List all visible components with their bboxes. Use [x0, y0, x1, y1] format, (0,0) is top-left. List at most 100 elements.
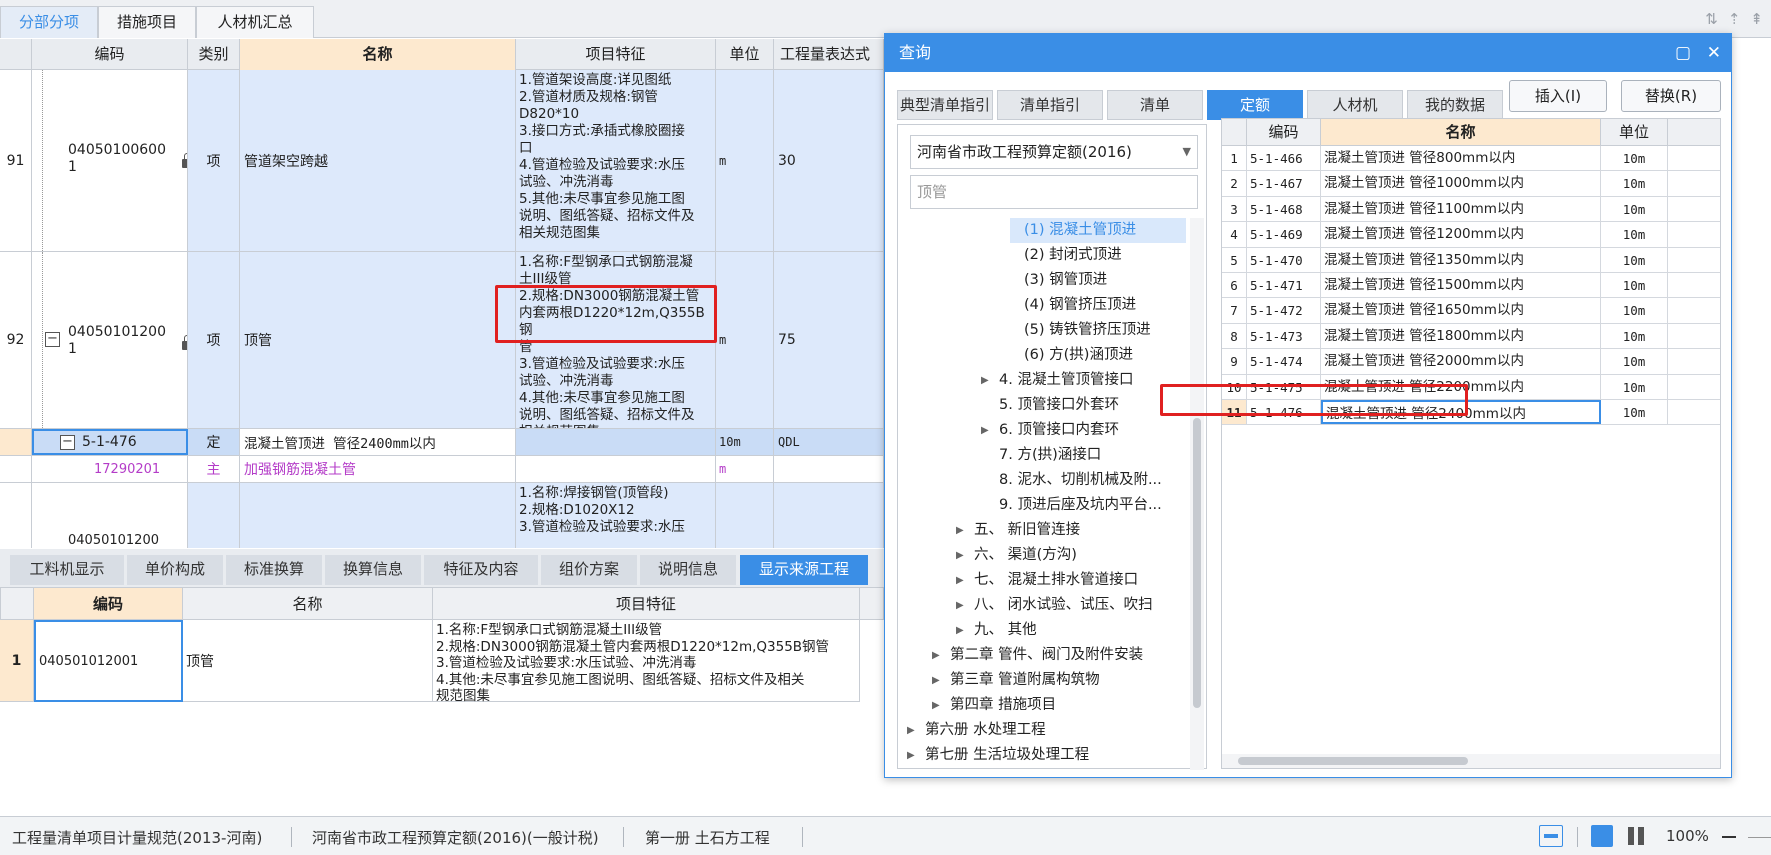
chevron-right-icon[interactable]: ▶: [956, 518, 964, 543]
tree-item[interactable]: ▶ 6. 顶管接口内套环: [981, 418, 1119, 443]
item-features[interactable]: 1.管道架设高度:详见图纸 2.管道材质及规格:钢管 D820*10 3.接口方…: [516, 70, 716, 251]
search-input[interactable]: 顶管: [910, 175, 1198, 209]
tree-item[interactable]: ▶ 第四章 措施项目: [932, 693, 1056, 718]
quota-row[interactable]: 4 5-1-469 混凝土管顶进 管径1200mm以内 10m: [1222, 222, 1720, 248]
table-row[interactable]: 04050101200 1.名称:焊接钢管(顶管段) 2.规格:D1020X12…: [0, 483, 883, 548]
quota-unit[interactable]: 10m: [1601, 400, 1668, 425]
quota-code[interactable]: 5-1-472: [1247, 298, 1321, 323]
chevron-right-icon[interactable]: ▶: [956, 543, 964, 568]
col-type[interactable]: 类别: [188, 39, 240, 70]
col-code[interactable]: 编码: [34, 587, 183, 620]
results-scrollbar[interactable]: [1222, 754, 1720, 768]
tree-item[interactable]: ▶ 第二章 管件、阀门及附件安装: [932, 643, 1143, 668]
quota-unit[interactable]: 10m: [1601, 349, 1668, 374]
collapse-icon[interactable]: −: [60, 435, 75, 450]
material-code[interactable]: 17290201: [32, 456, 188, 482]
tree-item[interactable]: (6) 方(拱)涵顶进: [1024, 343, 1133, 368]
item-features[interactable]: [516, 456, 716, 482]
quota-name[interactable]: 混凝土管顶进 管径1350mm以内: [1321, 247, 1601, 272]
chevron-right-icon[interactable]: ▶: [907, 743, 915, 768]
quota-unit[interactable]: 10m: [1601, 222, 1668, 247]
chevron-right-icon[interactable]: ▶: [956, 618, 964, 643]
item-code[interactable]: 04050101200 1: [68, 324, 166, 358]
quota-row[interactable]: 6 5-1-471 混凝土管顶进 管径1500mm以内 10m: [1222, 273, 1720, 299]
quota-name[interactable]: 混凝土管顶进 管径1200mm以内: [1321, 222, 1601, 247]
tree-item[interactable]: ▶ 七、 混凝土排水管道接口: [956, 568, 1138, 593]
source-name[interactable]: 顶管: [183, 620, 433, 702]
quota-code[interactable]: 5-1-471: [1247, 273, 1321, 298]
chevron-right-icon[interactable]: ▶: [932, 693, 940, 718]
quota-unit[interactable]: 10m: [1601, 247, 1668, 272]
chevron-right-icon[interactable]: ▶: [907, 718, 915, 743]
tree-item[interactable]: ▶ 八、 闭水试验、试压、吹扫: [956, 593, 1153, 618]
tab-measures[interactable]: 措施项目: [98, 6, 196, 38]
chevron-right-icon[interactable]: ▶: [981, 418, 989, 443]
tab-quota[interactable]: 定额: [1207, 90, 1303, 120]
quota-name[interactable]: 混凝土管顶进 管径2000mm以内: [1321, 349, 1601, 374]
tab-bill[interactable]: 清单: [1107, 90, 1203, 120]
tab-pricing-plan[interactable]: 组价方案: [541, 555, 637, 585]
tree-item[interactable]: (1) 混凝土管顶进: [1010, 218, 1186, 243]
col-qty-expression[interactable]: 工程量表达式: [774, 39, 883, 70]
quota-row[interactable]: 1 5-1-466 混凝土管顶进 管径800mm以内 10m: [1222, 146, 1720, 172]
tree-item[interactable]: ▶ 4. 混凝土管顶管接口: [981, 368, 1133, 393]
status-standard[interactable]: 工程量清单项目计量规范(2013-河南): [12, 827, 262, 848]
item-unit[interactable]: m: [716, 456, 774, 482]
col-name[interactable]: 名称: [183, 587, 433, 620]
quota-unit[interactable]: 10m: [1601, 323, 1668, 349]
tree-item[interactable]: ▶ 第六册 水处理工程: [907, 718, 1046, 743]
table-row-selected[interactable]: − 5-1-476 定 混凝土管顶进 管径2400mm以内 10m QDL: [0, 429, 883, 456]
zoom-slider[interactable]: [1748, 837, 1771, 838]
quota-code[interactable]: 5-1-468: [1247, 196, 1321, 222]
item-unit[interactable]: [716, 483, 774, 548]
close-icon[interactable]: ✕: [1707, 34, 1721, 72]
tree-item[interactable]: 7. 方(拱)涵接口: [999, 443, 1101, 468]
chevron-right-icon[interactable]: ▶: [956, 593, 964, 618]
quota-unit[interactable]: 10m: [1601, 196, 1668, 222]
quota-library-select[interactable]: 河南省市政工程预算定额(2016) ▼: [910, 135, 1198, 169]
quota-code[interactable]: 5-1-476: [82, 434, 137, 450]
item-qty[interactable]: QDL: [774, 429, 883, 455]
col-unit[interactable]: 单位: [716, 39, 774, 70]
col-code[interactable]: 编码: [1247, 119, 1321, 146]
tree-item[interactable]: (5) 铸铁管挤压顶进: [1024, 318, 1151, 343]
tab-bill-guide[interactable]: 清单指引: [997, 90, 1103, 120]
quota-unit[interactable]: 10m: [1601, 374, 1668, 399]
tab-resources[interactable]: 人材机: [1307, 90, 1403, 120]
scrollbar-thumb[interactable]: [1238, 757, 1468, 765]
source-code[interactable]: 040501012001: [34, 620, 183, 702]
chevron-right-icon[interactable]: ▶: [932, 643, 940, 668]
tree-item[interactable]: 8. 泥水、切削机械及附...: [999, 468, 1162, 493]
chevron-right-icon[interactable]: ▶: [932, 668, 940, 693]
zoom-out-icon[interactable]: [1722, 836, 1736, 838]
replace-button[interactable]: 替换(R): [1621, 80, 1721, 112]
layout-horizontal-icon[interactable]: [1539, 825, 1563, 847]
tree-item[interactable]: ▶ 第七册 生活垃圾处理工程: [907, 743, 1089, 768]
quota-name[interactable]: 混凝土管顶进 管径1000mm以内: [1321, 171, 1601, 196]
quota-name[interactable]: 混凝土管顶进 管径1650mm以内: [1321, 298, 1601, 323]
tab-typical-guide[interactable]: 典型清单指引: [897, 90, 993, 120]
tab-labor-material[interactable]: 工料机显示: [10, 555, 124, 585]
chevron-right-icon[interactable]: ▶: [956, 568, 964, 593]
tree-item[interactable]: ▶ 第三章 管道附属构筑物: [932, 668, 1100, 693]
scrollbar-thumb[interactable]: [1193, 418, 1201, 708]
chevron-right-icon[interactable]: ▶: [981, 368, 989, 393]
tab-standard-conversion[interactable]: 标准换算: [226, 555, 322, 585]
quota-row[interactable]: 8 5-1-473 混凝土管顶进 管径1800mm以内 10m: [1222, 323, 1720, 350]
tree-item[interactable]: 5. 顶管接口外套环: [999, 393, 1119, 418]
quota-row[interactable]: 5 5-1-470 混凝土管顶进 管径1350mm以内 10m: [1222, 247, 1720, 273]
quota-row[interactable]: 7 5-1-472 混凝土管顶进 管径1650mm以内 10m: [1222, 298, 1720, 324]
col-name[interactable]: 名称: [1321, 119, 1601, 146]
item-qty[interactable]: 30: [774, 70, 883, 251]
insert-button[interactable]: 插入(I): [1509, 80, 1607, 112]
quota-code[interactable]: 5-1-469: [1247, 222, 1321, 247]
item-qty[interactable]: [774, 483, 883, 548]
tab-resources-summary[interactable]: 人材机汇总: [196, 6, 314, 38]
tab-source-project[interactable]: 显示来源工程: [740, 555, 868, 585]
tab-conversion-info[interactable]: 换算信息: [325, 555, 421, 585]
layout-split-icon[interactable]: [1591, 825, 1613, 847]
quota-name[interactable]: 混凝土管顶进 管径1100mm以内: [1321, 196, 1601, 222]
tree-scrollbar[interactable]: [1190, 218, 1204, 770]
tab-unit-price[interactable]: 单价构成: [127, 555, 223, 585]
tree-item[interactable]: 9. 顶进后座及坑内平台...: [999, 493, 1162, 518]
